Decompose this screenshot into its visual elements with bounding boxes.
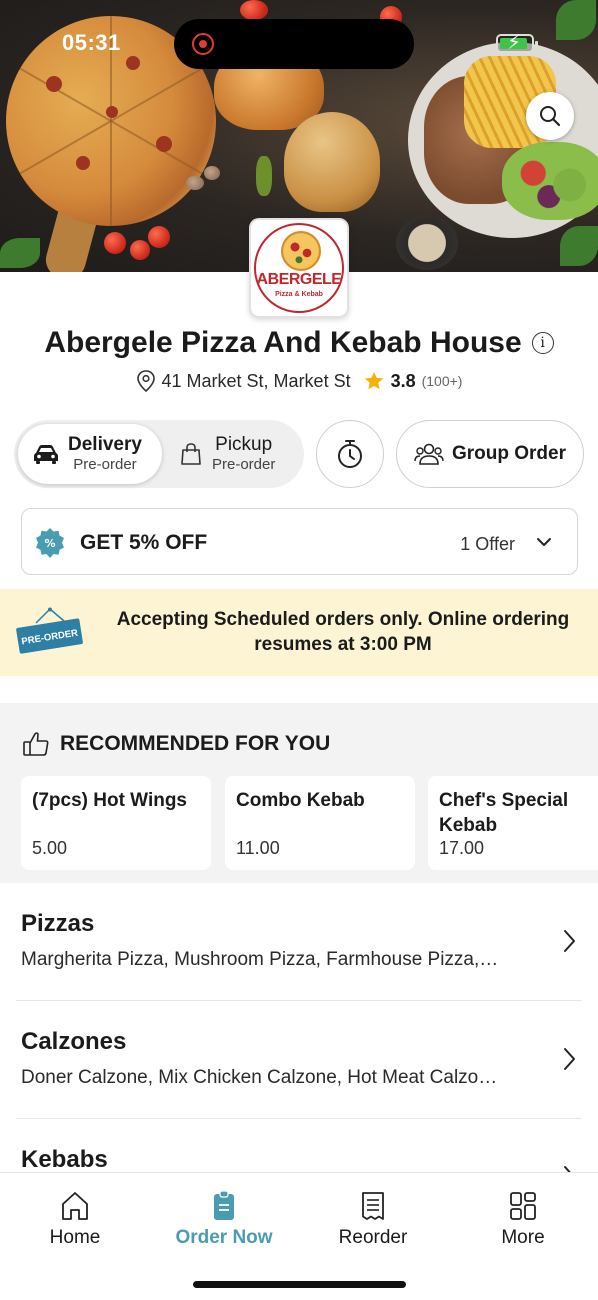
dynamic-island [174,19,414,69]
pickup-label: Pickup [215,434,273,456]
pickup-sub: Pre-order [212,456,276,474]
receipt-icon [362,1192,384,1220]
battery-icon: ⚡ [496,32,538,54]
recommended-header: RECOMMENDED FOR YOU [22,731,330,757]
review-count: (100+) [421,373,463,389]
leaf [0,238,40,268]
offer-count: 1 Offer [460,534,515,554]
delivery-sub: Pre-order [73,456,137,474]
star-icon [364,371,383,390]
tomato [240,0,268,20]
category-name: Kebabs [21,1146,108,1173]
shopping-bag-icon [181,443,201,465]
category-items: Doner Calzone, Mix Chicken Calzone, Hot … [21,1067,498,1088]
category-row[interactable]: Pizzas Margherita Pizza, Mushroom Pizza,… [0,883,598,1001]
logo-subtext: Pizza & Kebab [275,291,323,298]
group-order-label: Group Order [451,443,566,464]
mushroom [186,176,204,190]
tab-order-now[interactable]: Order Now [164,1191,284,1249]
recommended-item-name: (7pcs) Hot Wings [32,790,187,811]
logo-pizza-icon [281,231,321,271]
car-icon [34,445,58,464]
recommended-card[interactable]: Combo Kebab 11.00 [225,776,415,870]
tomato [130,240,150,260]
burger-image [284,112,380,212]
tab-label: More [501,1227,545,1248]
category-items: Margherita Pizza, Mushroom Pizza, Farmho… [21,949,499,970]
restaurant-title-row: Abergele Pizza And Kebab House i [0,326,598,360]
offer-title: GET 5% OFF [80,531,208,554]
home-icon [62,1192,88,1220]
tab-more[interactable]: More [463,1191,583,1249]
category-name: Pizzas [21,910,95,937]
category-row[interactable]: Calzones Doner Calzone, Mix Chicken Calz… [0,1001,598,1119]
order-mode-toggle: Delivery Pre-order Pickup Pre-order [14,420,304,488]
restaurant-logo: ABERGELE Pizza & Kebab [249,218,349,318]
delivery-option[interactable]: Delivery Pre-order [18,424,162,484]
timer-icon [338,440,362,468]
restaurant-name: Abergele Pizza And Kebab House [44,326,522,359]
tomato [104,232,126,254]
bowl [396,216,458,270]
offer-card[interactable]: % GET 5% OFF 1 Offer [21,508,578,575]
tab-label: Home [49,1227,101,1248]
tomato [148,226,170,248]
chevron-right-icon [564,930,575,952]
preorder-sign-icon: PRE-ORDER [16,607,83,654]
recommended-item-name: Combo Kebab [236,790,365,811]
info-icon[interactable]: i [531,332,554,354]
home-indicator[interactable] [193,1281,406,1288]
pickup-text: Pickup Pre-order [212,434,275,473]
grid-icon [510,1192,536,1220]
tab-reorder[interactable]: Reorder [313,1191,433,1249]
search-button[interactable] [526,92,574,140]
kebab-plate-image [408,42,598,238]
discount-badge-icon: % [36,528,64,558]
status-time: 05:31 [62,30,121,55]
thumbs-up-icon [23,732,49,756]
tab-home[interactable]: Home [15,1191,135,1249]
preorder-message: Accepting Scheduled orders only. Online … [116,609,570,655]
recording-indicator-icon [192,33,214,55]
mushroom [204,166,220,180]
delivery-text: Delivery Pre-order [68,434,142,473]
charging-bolt-icon: ⚡ [507,32,522,54]
recommended-item-price: 5.00 [32,838,68,858]
group-people-icon [414,443,444,465]
recommended-item-name: Chef's Special Kebab [439,790,569,836]
logo-name: ABERGELE [256,271,342,288]
search-icon [540,106,561,127]
address-row: 41 Market St, Market St 3.8 (100+) [0,370,598,392]
recommended-item-price: 17.00 [439,838,485,858]
leaf [560,226,598,266]
recommended-item-price: 11.00 [236,838,280,858]
svg-text:%: % [44,537,55,550]
pickup-option[interactable]: Pickup Pre-order [174,424,300,484]
tab-label: Order Now [175,1227,273,1248]
category-name: Calzones [21,1028,127,1055]
chevron-down-icon [537,538,551,546]
pepper [256,156,272,196]
restaurant-address: 41 Market St, Market St [161,370,351,391]
delivery-label: Delivery [68,434,142,456]
recommended-title: RECOMMENDED FOR YOU [60,732,331,755]
rating-value: 3.8 [390,370,416,391]
recommended-card[interactable]: Chef's Special Kebab 17.00 [428,776,598,870]
recommended-section: RECOMMENDED FOR YOU (7pcs) Hot Wings 5.0… [0,703,598,883]
recommended-card[interactable]: (7pcs) Hot Wings 5.00 [21,776,211,870]
chevron-right-icon [564,1048,575,1070]
leaf [556,0,596,40]
tab-label: Reorder [338,1227,408,1248]
order-icon [214,1191,234,1220]
preorder-banner: PRE-ORDER Accepting Scheduled orders onl… [0,589,598,676]
location-pin-icon [136,370,155,392]
group-order-button[interactable]: Group Order [396,420,584,488]
schedule-time-button[interactable] [316,420,384,488]
logo-badge: ABERGELE Pizza & Kebab [254,223,344,313]
